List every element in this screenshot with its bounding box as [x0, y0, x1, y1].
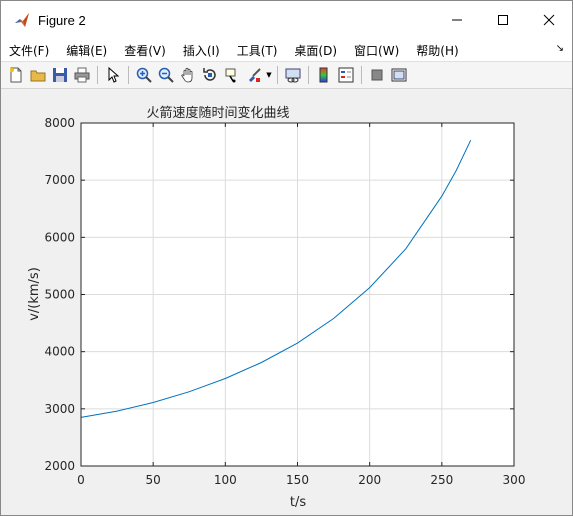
x-tick-label: 200	[358, 473, 381, 487]
y-tick-label: 2000	[44, 459, 75, 473]
brush-button[interactable]	[243, 64, 265, 86]
menu-insert[interactable]: 插入(I)	[183, 42, 229, 59]
close-icon	[543, 14, 555, 26]
link-plot-icon	[285, 68, 301, 83]
close-button[interactable]	[526, 1, 572, 39]
hide-plot-tools-icon	[371, 69, 383, 81]
menu-tools[interactable]: 工具(T)	[237, 42, 287, 59]
link-plot-button[interactable]	[282, 64, 304, 86]
plot-canvas: 火箭速度随时间变化曲线 0 50 100 150 200 250 300 2000 3000 40…	[27, 105, 525, 510]
brush-icon	[249, 68, 261, 82]
menu-bar: 文件(F) 编辑(E) 查看(V) 插入(I) 工具(T) 桌面(D) 窗口(W…	[1, 39, 572, 62]
minimize-icon	[452, 19, 462, 21]
zoom-out-icon	[158, 67, 174, 83]
y-tick-label: 4000	[44, 345, 75, 359]
rotate-3d-icon	[203, 68, 216, 81]
maximize-button[interactable]	[480, 1, 526, 39]
open-file-button[interactable]	[27, 64, 49, 86]
figure-window: Figure 2 文件(F) 编辑(E) 查看(V) 插入(I) 工具(T) 桌…	[0, 0, 573, 516]
y-tick-label: 6000	[44, 230, 75, 244]
x-tick-label: 100	[214, 473, 237, 487]
toolbar-separator	[308, 66, 309, 84]
title-bar: Figure 2	[1, 1, 572, 39]
toolbar-separator	[277, 66, 278, 84]
menu-file[interactable]: 文件(F)	[9, 42, 58, 59]
toolbar-separator	[361, 66, 362, 84]
x-tick-label: 250	[430, 473, 453, 487]
show-plot-tools-icon	[391, 68, 407, 82]
matlab-logo-icon	[15, 13, 29, 27]
y-tick-label: 7000	[44, 173, 75, 187]
select-arrow-button[interactable]	[102, 64, 124, 86]
data-cursor-button[interactable]	[221, 64, 243, 86]
figure-canvas: 火箭速度随时间变化曲线 0 50 100 150 200 250 300 2000 3000 40…	[2, 91, 571, 513]
save-icon	[53, 68, 67, 82]
axes: 0 50 100 150 200 250 300 2000 3000 4000 5000 6000 70…	[44, 116, 525, 487]
rotate-3d-button[interactable]	[199, 64, 221, 86]
data-cursor-icon	[225, 68, 236, 83]
new-figure-icon	[10, 67, 22, 83]
y-tick-label: 5000	[44, 288, 75, 302]
maximize-icon	[498, 15, 508, 25]
open-file-icon	[30, 70, 46, 82]
x-tick-label: 300	[503, 473, 526, 487]
pan-icon	[181, 67, 193, 83]
menu-help[interactable]: 帮助(H)	[416, 42, 467, 59]
menu-window[interactable]: 窗口(W)	[354, 42, 408, 59]
menu-edit[interactable]: 编辑(E)	[66, 42, 116, 59]
pan-button[interactable]	[177, 64, 199, 86]
figure-toolbar: ▼	[1, 62, 572, 89]
x-tick-label: 0	[77, 473, 85, 487]
x-tick-label: 50	[146, 473, 161, 487]
minimize-button[interactable]	[434, 1, 480, 39]
colorbar-icon	[319, 67, 328, 83]
chart-title: 火箭速度随时间变化曲线	[146, 105, 289, 121]
colorbar-button[interactable]	[313, 64, 335, 86]
dock-arrow-icon[interactable]: ↘	[556, 43, 564, 54]
menu-desktop[interactable]: 桌面(D)	[294, 42, 346, 59]
legend-icon	[338, 67, 354, 83]
save-button[interactable]	[49, 64, 71, 86]
x-axis-label: t/s	[290, 495, 306, 510]
legend-button[interactable]	[335, 64, 357, 86]
select-arrow-icon	[108, 67, 120, 83]
print-button[interactable]	[71, 64, 93, 86]
y-tick-label: 8000	[44, 116, 75, 130]
x-tick-label: 150	[286, 473, 309, 487]
hide-plot-tools-button[interactable]	[366, 64, 388, 86]
menu-view[interactable]: 查看(V)	[124, 42, 175, 59]
brush-dropdown-icon[interactable]: ▼	[265, 71, 273, 79]
new-figure-button[interactable]	[5, 64, 27, 86]
zoom-in-button[interactable]	[133, 64, 155, 86]
show-plot-tools-button[interactable]	[388, 64, 410, 86]
y-axis-label: v/(km/s)	[27, 267, 42, 321]
window-title: Figure 2	[38, 12, 86, 28]
toolbar-separator	[128, 66, 129, 84]
zoom-out-button[interactable]	[155, 64, 177, 86]
toolbar-separator	[97, 66, 98, 84]
print-icon	[74, 67, 90, 83]
y-tick-label: 3000	[44, 402, 75, 416]
zoom-in-icon	[136, 67, 152, 83]
